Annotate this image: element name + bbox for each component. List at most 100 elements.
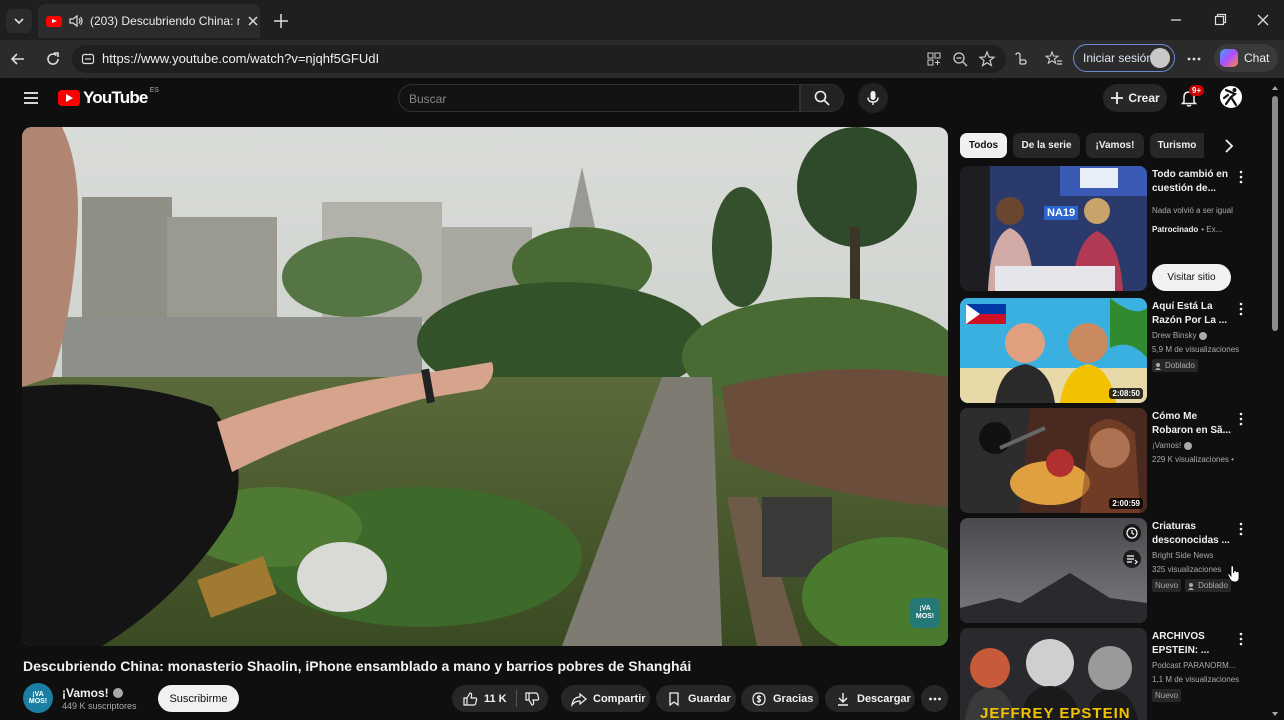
browser-tab-active[interactable]: (203) Descubriendo China: mo xyxy=(38,4,260,38)
thanks-button[interactable]: Gracias xyxy=(741,685,819,712)
rec-channel: Drew Binsky xyxy=(1152,331,1244,340)
more-actions-button[interactable] xyxy=(921,685,948,712)
ad-thumbnail-logo: NA19 xyxy=(1044,206,1079,220)
plus-icon xyxy=(1111,92,1124,104)
rec-thumbnail[interactable]: JEFFREY EPSTEIN xyxy=(960,628,1147,720)
scroll-up-icon[interactable] xyxy=(1268,82,1282,94)
more-vertical-icon[interactable] xyxy=(1237,170,1245,184)
new-badge: Nuevo xyxy=(1152,579,1182,592)
rec-title[interactable]: Criaturas desconocidas ... xyxy=(1152,520,1238,548)
youtube-logo[interactable]: YouTube ES xyxy=(58,87,159,108)
favorite-star-icon[interactable] xyxy=(978,50,996,68)
close-tab-icon[interactable] xyxy=(246,14,260,28)
signin-button[interactable]: Iniciar sesión xyxy=(1073,44,1175,72)
channel-name[interactable]: ¡Vamos! xyxy=(62,686,123,700)
scroll-down-icon[interactable] xyxy=(1268,708,1282,720)
visit-site-button[interactable]: Visitar sitio xyxy=(1152,264,1231,291)
share-label: Compartir xyxy=(593,692,646,705)
rec-thumbnail[interactable] xyxy=(960,518,1147,623)
bookmark-icon xyxy=(669,691,679,706)
clock-icon xyxy=(1126,527,1138,539)
voice-search-button[interactable] xyxy=(858,83,888,113)
rec-badges: Nuevo xyxy=(1152,689,1182,702)
chip-vamos[interactable]: ¡Vamos! xyxy=(1086,133,1144,158)
favorites-icon[interactable] xyxy=(1045,50,1063,68)
chip-de-la-serie[interactable]: De la serie xyxy=(1013,133,1080,158)
address-bar[interactable]: https://www.youtube.com/watch?v=njqhf5GF… xyxy=(72,45,1006,73)
menu-icon[interactable] xyxy=(22,90,40,106)
maximize-icon[interactable] xyxy=(1212,12,1228,28)
search-input[interactable]: Buscar xyxy=(398,84,800,112)
user-avatar[interactable] xyxy=(1218,84,1244,110)
rec-channel: Bright Side News xyxy=(1152,551,1214,560)
channel-watermark[interactable]: ¡VA MOS! xyxy=(910,598,940,628)
chip-turismo[interactable]: Turismo xyxy=(1150,133,1204,158)
url-text[interactable]: https://www.youtube.com/watch?v=njqhf5GF… xyxy=(102,51,379,66)
video-player[interactable]: ¡VA MOS! xyxy=(22,127,948,646)
thumbs-up-icon xyxy=(463,691,478,706)
more-vertical-icon[interactable] xyxy=(1237,412,1245,426)
rec-title[interactable]: Aquí Está La Razón Por La ... xyxy=(1152,300,1238,328)
channel-avatar[interactable]: ¡VA MOS! xyxy=(23,683,53,713)
save-button[interactable]: Guardar xyxy=(656,685,736,712)
verified-icon xyxy=(1199,331,1208,340)
more-horizontal-icon xyxy=(928,697,941,700)
chip-todos[interactable]: Todos xyxy=(960,133,1007,158)
extensions-icon[interactable] xyxy=(1012,50,1030,68)
video-title: Descubriendo China: monasterio Shaolin, … xyxy=(23,658,692,674)
dislike-button[interactable] xyxy=(516,685,546,712)
create-button[interactable]: Crear xyxy=(1103,84,1167,112)
search-button[interactable] xyxy=(800,84,844,112)
speaker-icon[interactable] xyxy=(68,13,84,29)
thanks-label: Gracias xyxy=(773,692,814,705)
rec-title[interactable]: Cómo Me Robaron en Sã... xyxy=(1152,410,1238,438)
rec-thumbnail[interactable]: 2:00:59 xyxy=(960,408,1147,513)
new-tab-icon[interactable] xyxy=(272,12,290,30)
sponsored-video-card[interactable]: NA19 Todo cambió en cuestión de... Nada … xyxy=(960,166,1260,296)
rec-views: 1,1 M de visualizaciones xyxy=(1152,675,1240,684)
dubbed-icon xyxy=(1188,582,1195,590)
rec-video-card[interactable]: 2:00:59 Cómo Me Robaron en Sã... ¡Vamos!… xyxy=(960,408,1260,513)
rec-title[interactable]: ARCHIVOS EPSTEIN: ... xyxy=(1152,630,1238,658)
download-button[interactable]: Descargar xyxy=(825,685,915,712)
ad-thumbnail[interactable]: NA19 xyxy=(960,166,1147,291)
video-duration: 2:00:59 xyxy=(1109,498,1143,509)
zoom-icon[interactable] xyxy=(951,50,969,68)
create-label: Crear xyxy=(1128,91,1160,105)
like-button[interactable]: 11 K xyxy=(452,685,516,712)
refresh-icon[interactable] xyxy=(44,50,62,68)
close-window-icon[interactable] xyxy=(1255,12,1271,28)
chevron-right-icon[interactable] xyxy=(1220,137,1238,155)
more-vertical-icon[interactable] xyxy=(1237,632,1245,646)
rec-channel: Podcast PARANORM... xyxy=(1152,661,1236,670)
rec-channel-text: Drew Binsky xyxy=(1152,331,1197,340)
dubbed-badge: Doblado xyxy=(1152,359,1198,372)
share-icon xyxy=(571,692,587,707)
more-vertical-icon[interactable] xyxy=(1237,522,1245,536)
share-button[interactable]: Compartir xyxy=(561,685,650,712)
page-scrollbar[interactable] xyxy=(1268,80,1282,720)
video-duration: 2:08:50 xyxy=(1109,388,1143,399)
rec-title[interactable]: Todo cambió en cuestión de... xyxy=(1152,168,1238,196)
minimize-icon[interactable] xyxy=(1168,12,1184,28)
back-icon[interactable] xyxy=(9,50,27,68)
channel-name-text: ¡Vamos! xyxy=(62,686,109,700)
rec-video-card[interactable]: JEFFREY EPSTEIN ARCHIVOS EPSTEIN: ... Po… xyxy=(960,628,1260,720)
save-label: Guardar xyxy=(688,692,731,705)
rec-video-card[interactable]: Criaturas desconocidas ... Bright Side N… xyxy=(960,518,1260,623)
app-available-icon[interactable] xyxy=(925,50,943,68)
copilot-chat-button[interactable]: Chat xyxy=(1214,44,1278,72)
watch-later-icon[interactable] xyxy=(1123,524,1141,542)
subscribe-button[interactable]: Suscribirme xyxy=(158,685,239,712)
more-vertical-icon[interactable] xyxy=(1237,302,1245,316)
like-divider xyxy=(516,690,517,707)
scrollbar-thumb[interactable] xyxy=(1272,96,1278,331)
tab-actions-button[interactable] xyxy=(6,9,32,33)
site-info-icon[interactable] xyxy=(80,51,96,67)
rec-thumbnail[interactable]: 2:08:50 xyxy=(960,298,1147,403)
signin-label: Iniciar sesión xyxy=(1083,51,1154,65)
rec-video-card[interactable]: 2:08:50 Aquí Está La Razón Por La ... Dr… xyxy=(960,298,1260,403)
more-options-icon[interactable] xyxy=(1185,50,1203,68)
rec-views: 229 K visualizaciones • xyxy=(1152,455,1234,464)
add-to-queue-icon[interactable] xyxy=(1123,550,1141,568)
